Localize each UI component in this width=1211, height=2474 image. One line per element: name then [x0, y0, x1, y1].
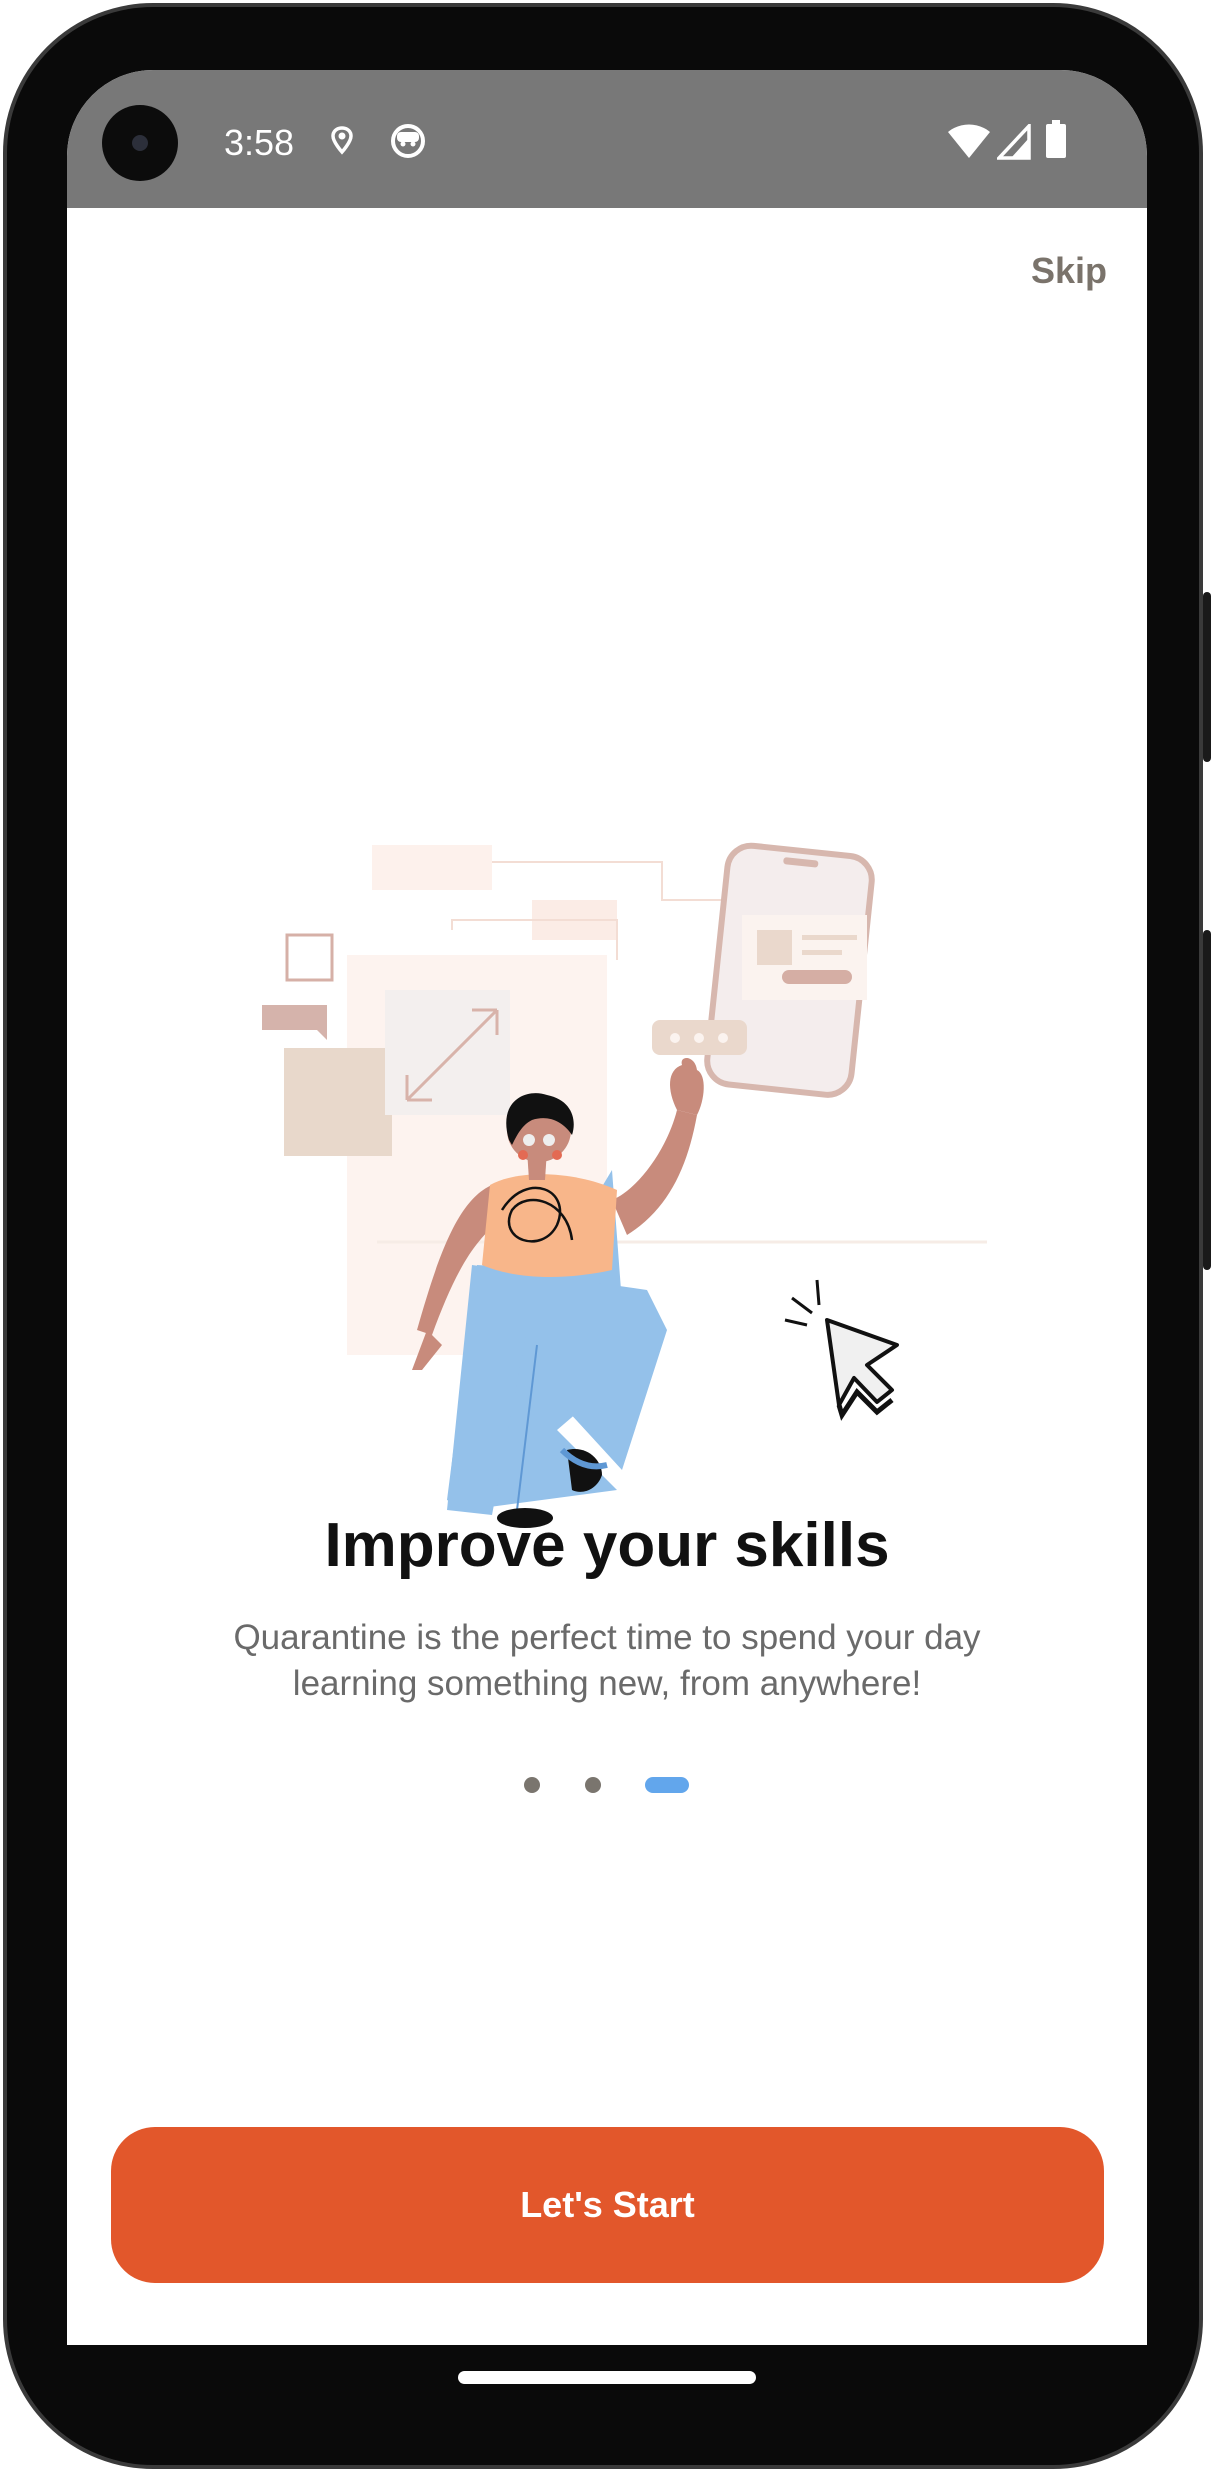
power-button	[1203, 592, 1211, 762]
skip-button[interactable]: Skip	[1031, 250, 1107, 292]
page-indicator	[67, 1775, 1147, 1795]
battery-icon	[1046, 120, 1066, 158]
page-dot-1[interactable]	[524, 1777, 540, 1793]
lets-start-button[interactable]: Let's Start	[111, 2127, 1104, 2283]
status-time: 3:58	[224, 122, 295, 163]
onboarding-illustration	[262, 842, 987, 1528]
wifi-icon	[948, 124, 990, 158]
gesture-nav-handle[interactable]	[458, 2371, 756, 2384]
status-bar: 3:58	[67, 70, 1147, 208]
onboarding-title: Improve your skills	[324, 1511, 890, 1580]
device-frame: 3:58 Skip Improve your skills Quarantine…	[0, 0, 1211, 2474]
front-camera	[102, 105, 178, 181]
page-dot-2[interactable]	[585, 1777, 601, 1793]
onboarding-subtitle: Quarantine is the perfect time to spend …	[233, 1618, 981, 1703]
screen: 3:58 Skip Improve your skills Quarantine…	[67, 70, 1147, 2345]
signal-icon	[997, 124, 1031, 160]
location-icon	[331, 126, 353, 155]
page-dot-3-active[interactable]	[645, 1777, 689, 1793]
volume-button	[1203, 930, 1211, 1270]
android-face-icon	[391, 124, 425, 158]
phone-body: 3:58 Skip Improve your skills Quarantine…	[3, 3, 1203, 2469]
